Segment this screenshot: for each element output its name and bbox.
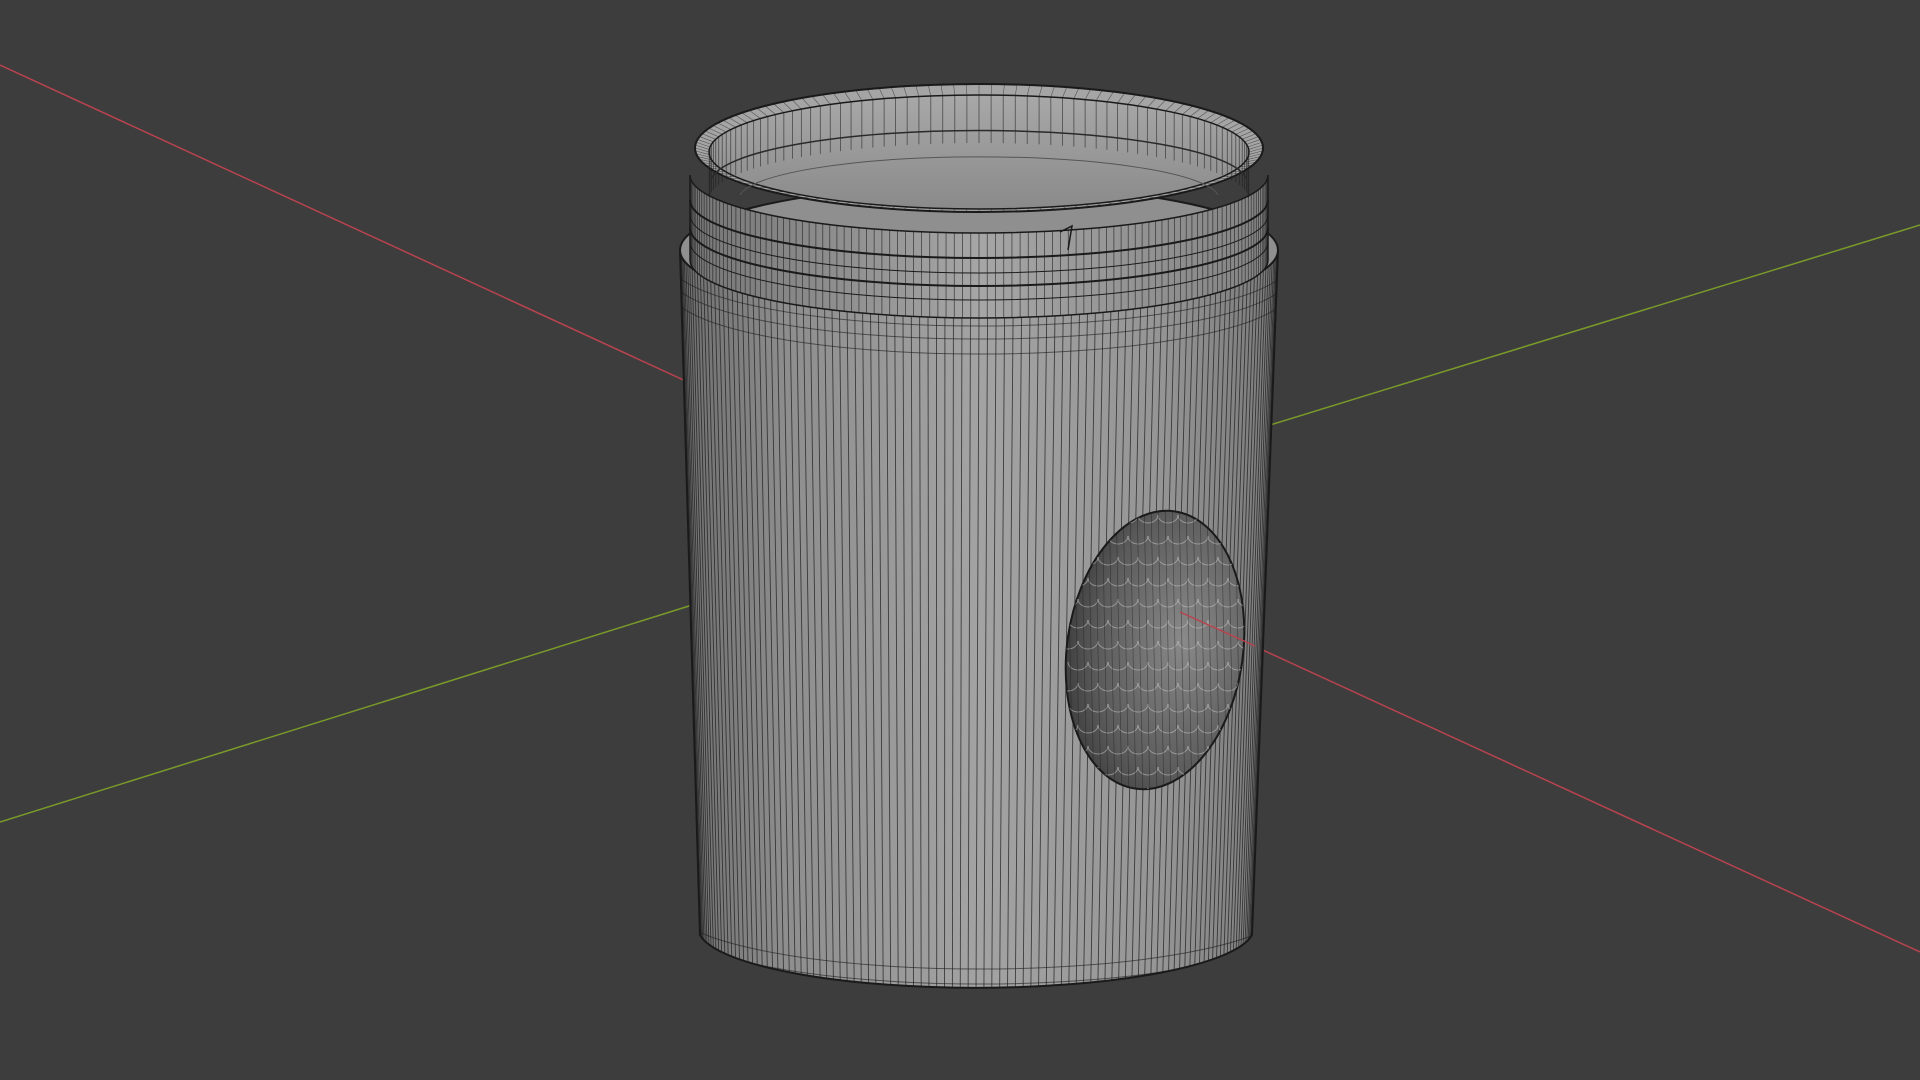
- y-axis-line: [0, 589, 741, 823]
- y-axis-line-right: [1269, 224, 1920, 426]
- x-axis-line-right: [1179, 611, 1920, 953]
- viewport-canvas[interactable]: [0, 0, 1920, 1080]
- jar-mesh[interactable]: [670, 83, 1290, 995]
- 3d-viewport[interactable]: [0, 0, 1920, 1080]
- x-axis-line: [0, 64, 691, 384]
